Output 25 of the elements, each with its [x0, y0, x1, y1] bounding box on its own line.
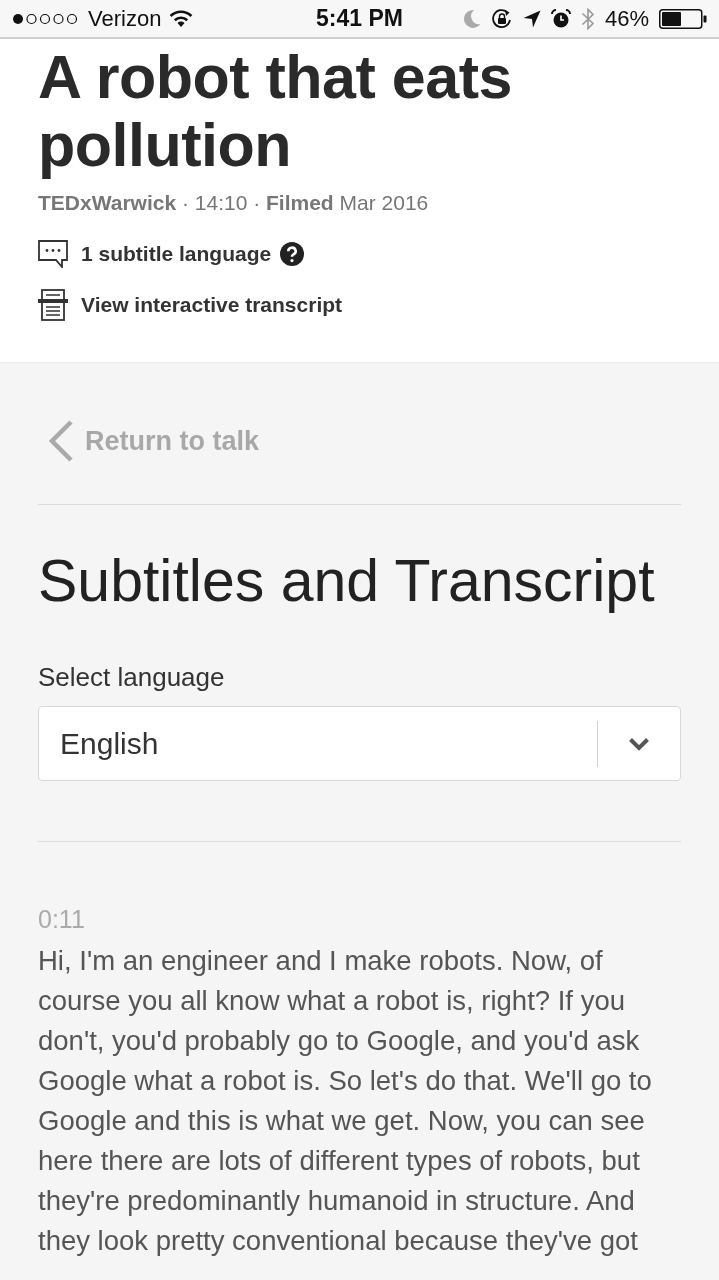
language-select[interactable]: English [38, 706, 681, 781]
talk-title: A robot that eats pollution [38, 43, 513, 179]
select-language-label: Select language [38, 662, 226, 692]
signal-strength-icon [12, 11, 80, 26]
carrier-name: Verizon [88, 7, 162, 30]
battery-icon [659, 8, 707, 29]
moon-icon [462, 8, 481, 29]
document-icon [38, 289, 68, 321]
chevron-left-icon [48, 419, 74, 463]
location-arrow-icon [522, 9, 541, 28]
talk-meta: TEDxWarwick · 14:10 · Filmed Mar 2016 [38, 190, 430, 216]
transcript-paragraph: Hi, I'm an engineer and I make robots. Now, of course you all know what a robot is, right? If you don't, you'd probably go to Google, and you'd ask Google what a robot is. So let's do that. We'll go to Google and this is what we get. Now, you can see here there are lots of different types of robots, but they're predominantly humanoid in structure. And they look pretty conventional because they've got [38, 944, 653, 1258]
chevron-down-icon [628, 736, 650, 751]
page-heading: Subtitles and Transcript [38, 547, 656, 616]
rotation-lock-icon [490, 7, 513, 30]
subtitle-language-count: 1 subtitle language [81, 241, 272, 268]
select-value: English [60, 726, 160, 762]
wifi-icon [169, 9, 194, 28]
status-time: 5:41 PM [316, 7, 403, 30]
speech-bubble-icon [38, 240, 68, 268]
help-icon[interactable] [280, 242, 305, 266]
battery-percentage: 46% [604, 7, 649, 30]
bluetooth-icon [580, 6, 595, 31]
interactive-transcript-link[interactable]: View interactive transcript [81, 289, 343, 321]
alarm-clock-icon [550, 8, 571, 29]
